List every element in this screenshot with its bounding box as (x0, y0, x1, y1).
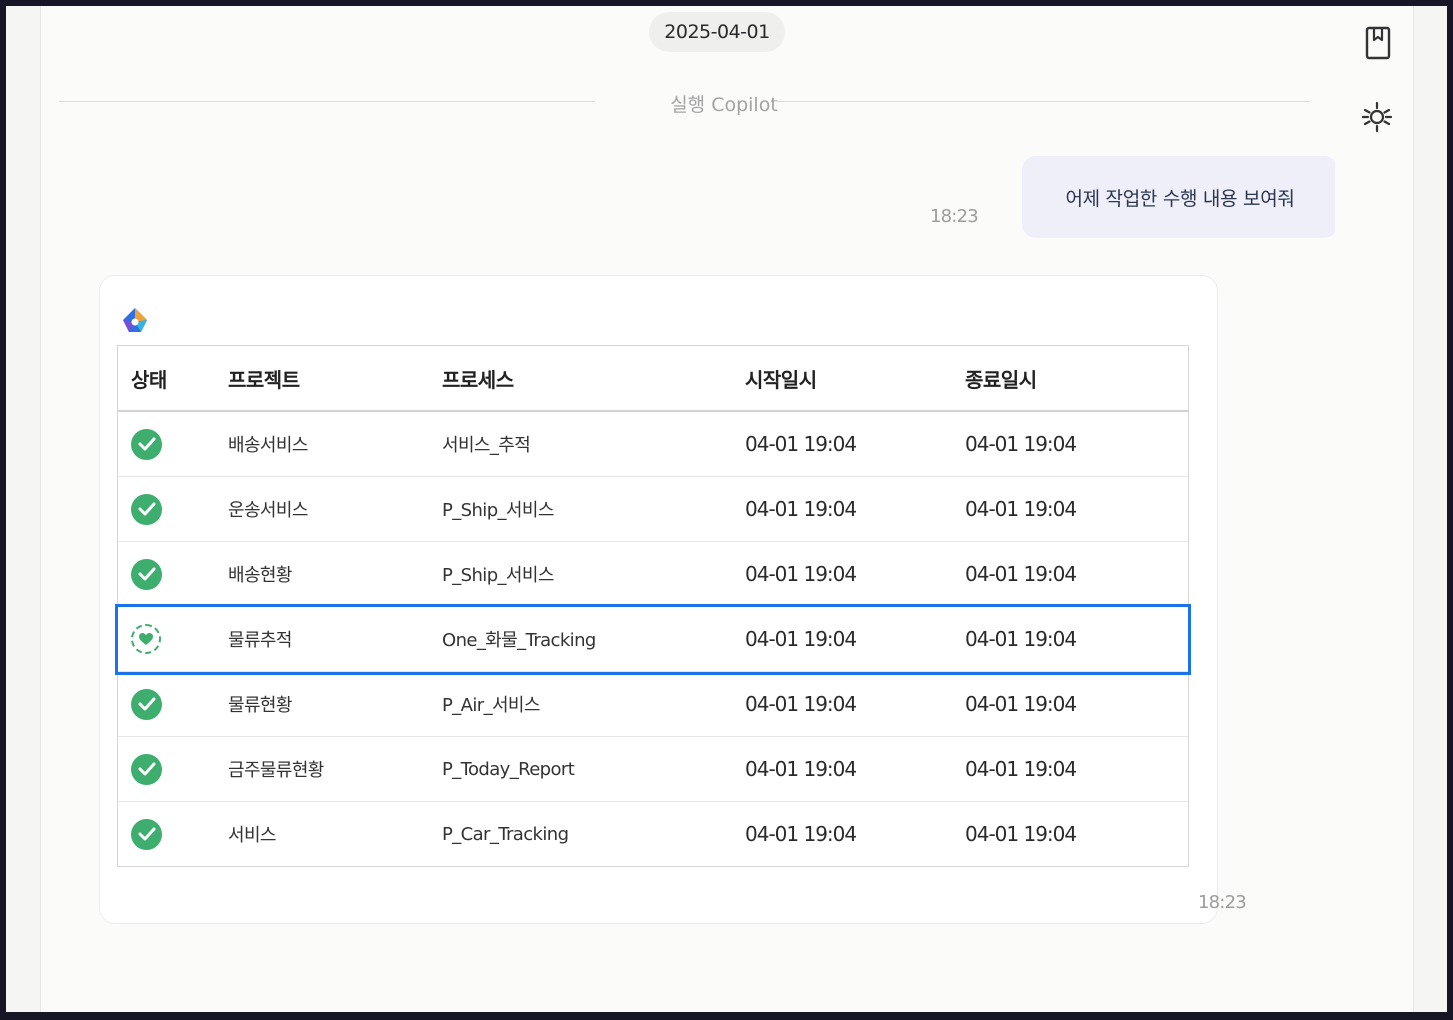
success-icon (131, 428, 162, 460)
end-time-cell: 04-01 19:04 (965, 822, 1077, 846)
side-rail (1335, 6, 1414, 1012)
chat-pane: 2025-04-01 실행 Copilot 18:23 어제 작업한 수행 내용… (40, 6, 1338, 1012)
app-window: 2025-04-01 실행 Copilot 18:23 어제 작업한 수행 내용… (6, 6, 1447, 1012)
start-time-cell: 04-01 19:04 (745, 627, 857, 651)
table-row[interactable]: 금주물류현황 P_Today_Report 04-01 19:04 04-01 … (118, 737, 1188, 802)
project-cell: 금주물류현황 (228, 760, 324, 781)
start-time-cell: 04-01 19:04 (745, 497, 857, 521)
success-icon (131, 818, 162, 850)
table-header-row: 상태 프로젝트 프로세스 시작일시 종료일시 (118, 346, 1188, 412)
project-cell: 배송현황 (228, 565, 292, 586)
date-separator: 2025-04-01 (649, 12, 785, 52)
user-message-bubble: 어제 작업한 수행 내용 보여줘 (1022, 156, 1338, 238)
success-icon (131, 753, 162, 785)
table-row[interactable]: 배송현황 P_Ship_서비스 04-01 19:04 04-01 19:04 (118, 542, 1188, 607)
status-cell (118, 428, 228, 460)
divider-line-right (774, 101, 1310, 102)
status-cell (118, 753, 228, 785)
table-row[interactable]: 운송서비스 P_Ship_서비스 04-01 19:04 04-01 19:04 (118, 477, 1188, 542)
process-cell: P_Ship_서비스 (442, 565, 554, 586)
bot-message-card: 상태 프로젝트 프로세스 시작일시 종료일시 배송서비스 서비스_추적 04-0… (99, 275, 1218, 924)
header-end-time: 종료일시 (965, 367, 1037, 392)
table-row-selected[interactable]: 물류추적 One_화물_Tracking 04-01 19:04 04-01 1… (118, 607, 1188, 672)
header-process: 프로세스 (442, 367, 514, 392)
status-cell (118, 818, 228, 850)
user-message-text: 어제 작업한 수행 내용 보여줘 (1065, 187, 1295, 210)
header-project: 프로젝트 (228, 367, 300, 392)
header-status: 상태 (131, 367, 167, 392)
project-cell: 운송서비스 (228, 500, 308, 521)
start-time-cell: 04-01 19:04 (745, 562, 857, 586)
start-time-cell: 04-01 19:04 (745, 822, 857, 846)
divider-line-left (59, 101, 595, 102)
process-cell: P_Air_서비스 (442, 695, 540, 716)
user-message-time: 18:23 (930, 206, 979, 227)
copilot-logo-icon (121, 306, 149, 336)
bookmark-icon[interactable] (1358, 23, 1398, 63)
process-cell: P_Ship_서비스 (442, 500, 554, 521)
table-row[interactable]: 서비스 P_Car_Tracking 04-01 19:04 04-01 19:… (118, 802, 1188, 866)
end-time-cell: 04-01 19:04 (965, 497, 1077, 521)
success-icon (131, 493, 162, 525)
project-cell: 서비스 (228, 825, 276, 846)
running-icon (131, 624, 161, 654)
project-cell: 배송서비스 (228, 435, 308, 456)
bot-message-time: 18:23 (1198, 892, 1247, 913)
project-cell: 물류추적 (228, 630, 292, 651)
header-start-time: 시작일시 (745, 367, 817, 392)
project-cell: 물류현황 (228, 695, 292, 716)
end-time-cell: 04-01 19:04 (965, 432, 1077, 456)
table-row[interactable]: 배송서비스 서비스_추적 04-01 19:04 04-01 19:04 (118, 412, 1188, 477)
end-time-cell: 04-01 19:04 (965, 757, 1077, 781)
process-cell: P_Today_Report (442, 758, 575, 780)
process-cell: P_Car_Tracking (442, 823, 569, 845)
success-icon (131, 688, 162, 720)
end-time-cell: 04-01 19:04 (965, 627, 1077, 651)
success-icon (131, 558, 162, 590)
status-cell (118, 624, 228, 654)
start-time-cell: 04-01 19:04 (745, 692, 857, 716)
settings-sliders-icon[interactable] (1357, 97, 1397, 137)
execution-table: 상태 프로젝트 프로세스 시작일시 종료일시 배송서비스 서비스_추적 04-0… (117, 345, 1189, 867)
status-cell (118, 688, 228, 720)
session-divider-label: 실행 Copilot (670, 94, 778, 116)
end-time-cell: 04-01 19:04 (965, 562, 1077, 586)
status-cell (118, 558, 228, 590)
status-cell (118, 493, 228, 525)
table-row[interactable]: 물류현황 P_Air_서비스 04-01 19:04 04-01 19:04 (118, 672, 1188, 737)
process-cell: One_화물_Tracking (442, 630, 596, 651)
process-cell: 서비스_추적 (442, 435, 531, 456)
end-time-cell: 04-01 19:04 (965, 692, 1077, 716)
date-label: 2025-04-01 (664, 21, 770, 43)
start-time-cell: 04-01 19:04 (745, 432, 857, 456)
start-time-cell: 04-01 19:04 (745, 757, 857, 781)
